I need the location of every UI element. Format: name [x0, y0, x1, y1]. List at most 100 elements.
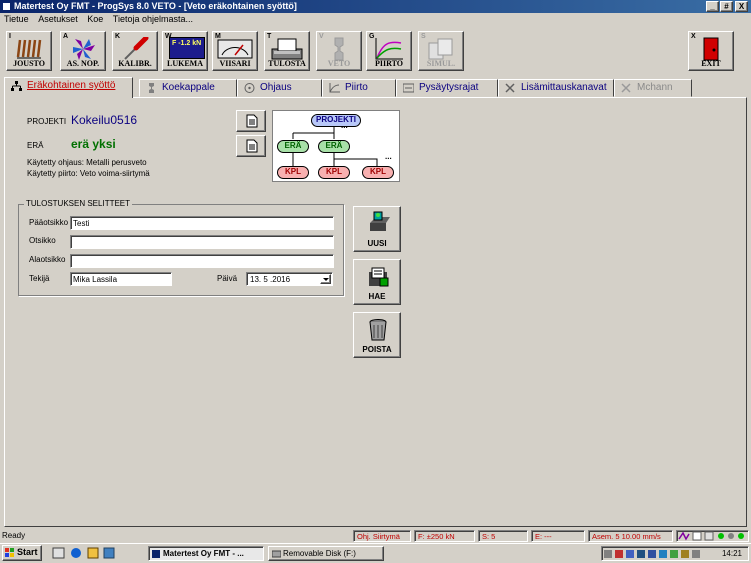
specimen-icon — [334, 37, 344, 61]
title-bar: Matertest Oy FMT - ProgSys 8.0 VETO - [V… — [0, 0, 751, 13]
menu-tietue[interactable]: Tietue — [4, 14, 29, 24]
printer-icon — [271, 38, 303, 60]
otsikko-label: Otsikko — [29, 236, 56, 245]
tab-erakohtainen-syotto[interactable]: Eräkohtainen syöttö — [4, 77, 133, 98]
screwdriver-icon — [124, 37, 149, 60]
hierarchy-diagram: PROJEKTI ... ERÄ ERÄ KPL KPL KPL ... — [272, 110, 400, 182]
simulation-icon — [428, 38, 453, 60]
simul-button[interactable]: S SIMUL. — [418, 31, 464, 71]
tab-ohjaus[interactable]: Ohjaus — [237, 79, 322, 97]
graph-icon — [329, 83, 340, 93]
menu-asetukset[interactable]: Asetukset — [38, 14, 78, 24]
tools-icon — [505, 83, 515, 93]
tab-lisamittauskanavat[interactable]: Lisämittauskanavat — [498, 79, 614, 97]
tab-piirto[interactable]: Piirto — [322, 79, 396, 97]
diagram-kpl-node: KPL — [318, 166, 350, 179]
minimize-button[interactable]: _ — [706, 1, 719, 12]
diagram-ellipsis-2: ... — [385, 152, 392, 161]
jousto-button[interactable]: I JOUSTO — [6, 31, 52, 71]
paaotsikko-field[interactable] — [70, 216, 334, 230]
tekija-label: Tekijä — [29, 274, 50, 283]
paiva-value: 13. 5 .2016 — [250, 275, 291, 284]
specimen-icon — [149, 83, 154, 93]
system-tray: 14:21 — [601, 546, 749, 561]
alaotsikko-label: Alaotsikko — [29, 255, 66, 264]
display-icon: F -1.2 kN — [169, 37, 205, 59]
menu-koe[interactable]: Koe — [87, 14, 103, 24]
projekti-label: PROJEKTI — [27, 117, 67, 126]
diagram-kpl-node: KPL — [362, 166, 394, 179]
fetch-record-icon — [369, 267, 389, 287]
tekija-field[interactable] — [70, 272, 172, 286]
era-label: ERÄ — [27, 141, 44, 150]
select-project-button[interactable] — [236, 110, 266, 132]
steering-wheel-icon — [244, 83, 255, 93]
tab-pysaytysrajat[interactable]: Pysäytysrajat — [396, 79, 498, 97]
era-value: erä yksi — [71, 137, 116, 151]
as-nop-button[interactable]: A AS. NOP. — [60, 31, 106, 71]
diagram-kpl-node: KPL — [277, 166, 309, 179]
status-asem: Asem. 5 10.00 mm/s — [588, 530, 673, 542]
otsikko-field[interactable] — [70, 235, 334, 249]
new-button[interactable]: UUSI — [353, 206, 401, 252]
viisari-button[interactable]: M VIISARI — [212, 31, 258, 71]
new-record-icon — [370, 211, 390, 231]
taskbar-fmt-window[interactable]: Matertest Oy FMT - ... — [148, 546, 264, 561]
tulosta-button[interactable]: T TULOSTA — [264, 31, 310, 71]
tab-koekappale[interactable]: Koekappale — [139, 79, 237, 97]
exit-button[interactable]: X EXIT — [688, 31, 734, 71]
app-icon — [2, 2, 11, 11]
chevron-down-icon — [323, 278, 329, 281]
restore-button[interactable]: # — [720, 1, 733, 12]
fetch-button[interactable]: HAE — [353, 259, 401, 305]
gauge-icon — [217, 39, 253, 59]
projekti-value: Kokeilu0516 — [71, 113, 138, 127]
status-indicators — [676, 530, 749, 542]
diagram-projekti-node: PROJEKTI — [311, 114, 361, 127]
veto-button[interactable]: V VETO — [316, 31, 362, 71]
status-icons — [678, 531, 744, 541]
disk-icon — [272, 550, 281, 558]
alaotsikko-field[interactable] — [70, 254, 334, 268]
delete-button[interactable]: POISTA — [353, 312, 401, 358]
used-plot-text: Käytetty piirto: Veto voima-siirtymä — [27, 169, 150, 178]
used-control-text: Käytetty ohjaus: Metalli perusveto — [27, 158, 147, 167]
status-force: F: ±250 kN — [414, 530, 475, 542]
clock: 14:21 — [721, 549, 742, 558]
lukema-button[interactable]: W F -1.2 kN LUKEMA — [162, 31, 208, 71]
tools-icon — [621, 83, 631, 93]
kalibr-button[interactable]: K KALIBR. — [112, 31, 158, 71]
paiva-date-picker[interactable]: 13. 5 .2016 — [246, 272, 333, 286]
quick-launch-icons[interactable] — [52, 547, 118, 560]
taskbar-removable-disk[interactable]: Removable Disk (F:) — [268, 546, 384, 561]
graph-icon — [375, 38, 403, 60]
select-batch-button[interactable] — [236, 135, 266, 157]
piirto-button[interactable]: G PIIRTO — [366, 31, 412, 71]
spring-icon — [16, 39, 42, 59]
date-dropdown-button[interactable] — [320, 274, 331, 284]
menu-tietoja[interactable]: Tietoja ohjelmasta... — [113, 14, 193, 24]
paaotsikko-label: Pääotsikko — [29, 218, 69, 227]
diagram-era-node: ERÄ — [318, 140, 350, 153]
app-icon — [152, 550, 160, 558]
diagram-ellipsis-1: ... — [341, 121, 348, 130]
diagram-era-node: ERÄ — [277, 140, 309, 153]
tulostus-group-title: TULOSTUKSEN SELITTEET — [24, 199, 133, 208]
status-ready: Ready — [2, 531, 26, 540]
tray-icons[interactable] — [604, 549, 710, 559]
limits-icon — [403, 83, 414, 93]
window-title: Matertest Oy FMT - ProgSys 8.0 VETO - [V… — [14, 1, 297, 11]
hierarchy-icon — [11, 81, 22, 91]
paiva-label: Päivä — [217, 274, 238, 283]
start-button[interactable]: Start — [2, 545, 42, 561]
exit-door-icon — [703, 37, 719, 61]
menu-bar: Tietue Asetukset Koe Tietoja ohjelmasta.… — [0, 13, 751, 26]
status-control: Ohj. Siirtymä — [353, 530, 411, 542]
status-s: S: 5 — [478, 530, 528, 542]
close-button[interactable]: X — [735, 1, 748, 12]
document-icon — [246, 139, 258, 153]
windows-logo-icon — [5, 548, 14, 557]
trash-icon — [369, 319, 387, 341]
document-icon — [246, 114, 258, 128]
tab-mchann[interactable]: Mchann — [614, 79, 692, 97]
